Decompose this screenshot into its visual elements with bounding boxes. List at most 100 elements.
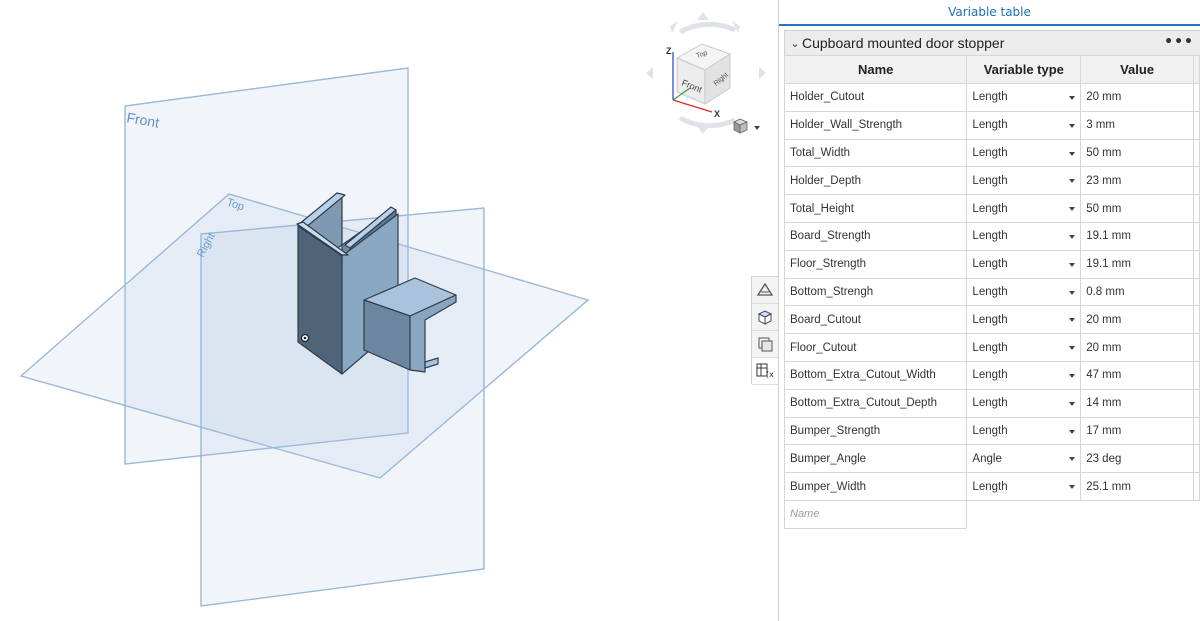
variable-type-select[interactable]: Length — [966, 333, 1082, 362]
variable-name-cell[interactable]: Floor_Cutout — [783, 333, 968, 362]
3d-scene: Front Top Right Top Front Right Z X — [19, 12, 766, 607]
3d-viewport[interactable]: Front Top Right Top Front Right Z X — [0, 0, 778, 621]
more-options-button[interactable]: ••• — [1164, 34, 1194, 50]
variable-type-value: Length — [972, 424, 1008, 437]
dropdown-caret-icon[interactable] — [1069, 207, 1076, 212]
column-header-type[interactable]: Variable type — [966, 55, 1082, 84]
variable-type-select[interactable]: Angle — [966, 444, 1082, 474]
table-row[interactable]: Total_Width Length 50 mm — [783, 138, 1200, 168]
dropdown-caret-icon[interactable] — [1069, 429, 1076, 434]
variable-name-cell[interactable]: Bottom_Strengh — [783, 277, 968, 307]
table-row[interactable]: Holder_Depth Length 23 mm — [783, 166, 1200, 196]
variable-type-select[interactable]: Length — [966, 249, 1082, 279]
table-row[interactable]: Floor_Cutout Length 20 mm — [783, 333, 1200, 362]
variable-name-cell[interactable]: Bottom_Extra_Cutout_Depth — [783, 388, 968, 418]
view-cube-icon[interactable] — [752, 304, 778, 331]
variable-name-cell[interactable]: Holder_Cutout — [783, 83, 968, 112]
axis-z-label: Z — [666, 46, 672, 56]
variable-value-cell[interactable]: 17 mm — [1080, 416, 1194, 446]
row-extra-cell — [1192, 277, 1200, 307]
dropdown-caret-icon[interactable] — [1069, 123, 1076, 128]
dropdown-caret-icon[interactable] — [1069, 96, 1076, 100]
variable-type-select[interactable]: Length — [966, 110, 1082, 140]
variable-value-cell[interactable]: 20 mm — [1080, 83, 1194, 112]
variable-name-cell[interactable]: Bumper_Angle — [783, 444, 968, 474]
variable-type-value: Length — [972, 285, 1008, 298]
dropdown-caret-icon[interactable] — [1069, 485, 1076, 490]
dropdown-caret-icon[interactable] — [1069, 457, 1076, 462]
variable-type-select[interactable]: Length — [966, 194, 1082, 223]
dropdown-caret-icon[interactable] — [1069, 346, 1076, 351]
table-row[interactable]: Holder_Wall_Strength Length 3 mm — [783, 110, 1200, 140]
dropdown-caret-icon[interactable] — [1069, 290, 1076, 295]
sketch-plane-icon[interactable] — [752, 277, 778, 304]
new-variable-row[interactable]: Name — [783, 499, 1200, 529]
dropdown-caret-icon[interactable] — [1069, 373, 1076, 378]
variable-name-cell[interactable]: Board_Strength — [783, 221, 968, 251]
table-row[interactable]: Bumper_Width Length 25.1 mm — [783, 472, 1200, 501]
variable-name-cell[interactable]: Bumper_Strength — [783, 416, 968, 446]
variable-type-select[interactable]: Length — [966, 221, 1082, 251]
variable-name-cell[interactable]: Floor_Strength — [783, 249, 968, 279]
chevron-down-icon[interactable]: ⌄ — [788, 37, 802, 50]
variable-name-cell[interactable]: Board_Cutout — [783, 305, 968, 335]
variable-value-cell[interactable]: 0.8 mm — [1080, 277, 1194, 307]
variable-type-value: Length — [972, 313, 1008, 326]
dropdown-caret-icon[interactable] — [1069, 318, 1076, 323]
variable-type-select[interactable]: Length — [966, 360, 1082, 390]
variable-type-select[interactable]: Length — [966, 472, 1082, 501]
view-mode-dropdown[interactable] — [733, 118, 760, 134]
variable-name-cell[interactable]: Total_Height — [783, 194, 968, 223]
row-extra-cell — [1192, 83, 1200, 112]
variable-table-icon[interactable]: (x) — [752, 358, 778, 385]
variable-value-cell[interactable]: 47 mm — [1080, 360, 1194, 390]
variable-value-cell[interactable]: 25.1 mm — [1080, 472, 1194, 501]
variable-value-cell[interactable]: 20 mm — [1080, 333, 1194, 362]
variable-type-select[interactable]: Length — [966, 277, 1082, 307]
table-row[interactable]: Board_Cutout Length 20 mm — [783, 305, 1200, 335]
variable-type-value: Length — [972, 397, 1008, 410]
variable-name-cell[interactable]: Bottom_Extra_Cutout_Width — [783, 360, 968, 390]
variable-name-cell[interactable]: Holder_Wall_Strength — [783, 110, 968, 140]
dropdown-caret-icon[interactable] — [1069, 151, 1076, 156]
variable-type-select[interactable]: Length — [966, 166, 1082, 196]
table-row[interactable]: Floor_Strength Length 19.1 mm — [783, 249, 1200, 279]
variable-value-cell[interactable]: 50 mm — [1080, 138, 1194, 168]
table-row[interactable]: Holder_Cutout Length 20 mm — [783, 83, 1200, 112]
variable-value-cell[interactable]: 20 mm — [1080, 305, 1194, 335]
variable-value-cell[interactable]: 19.1 mm — [1080, 249, 1194, 279]
variable-type-value: Length — [972, 369, 1008, 382]
variable-type-select[interactable]: Length — [966, 305, 1082, 335]
variable-value-cell[interactable]: 3 mm — [1080, 110, 1194, 140]
table-row[interactable]: Bottom_Strengh Length 0.8 mm — [783, 277, 1200, 307]
render-mode-icon[interactable] — [752, 331, 778, 358]
variable-name-cell[interactable]: Bumper_Width — [783, 472, 968, 501]
variable-type-select[interactable]: Length — [966, 416, 1082, 446]
variable-value-cell[interactable]: 14 mm — [1080, 388, 1194, 418]
column-header-extra — [1192, 55, 1200, 84]
table-title-row[interactable]: ⌄ Cupboard mounted door stopper ••• — [784, 30, 1200, 56]
dropdown-caret-icon[interactable] — [1069, 234, 1076, 239]
variable-type-select[interactable]: Length — [966, 138, 1082, 168]
dropdown-caret-icon[interactable] — [1069, 262, 1076, 267]
variable-value-cell[interactable]: 19.1 mm — [1080, 221, 1194, 251]
variable-name-cell[interactable]: Holder_Depth — [783, 166, 968, 196]
dropdown-caret-icon[interactable] — [1069, 401, 1076, 406]
column-header-value[interactable]: Value — [1080, 55, 1194, 84]
table-row[interactable]: Total_Height Length 50 mm — [783, 194, 1200, 223]
table-row[interactable]: Bottom_Extra_Cutout_Width Length 47 mm — [783, 360, 1200, 390]
column-header-name[interactable]: Name — [783, 55, 968, 84]
table-row[interactable]: Bottom_Extra_Cutout_Depth Length 14 mm — [783, 388, 1200, 418]
table-row[interactable]: Bumper_Angle Angle 23 deg — [783, 444, 1200, 474]
variable-type-select[interactable]: Length — [966, 388, 1082, 418]
variable-value-cell[interactable]: 23 deg — [1080, 444, 1194, 474]
table-row[interactable]: Board_Strength Length 19.1 mm — [783, 221, 1200, 251]
variable-value-cell[interactable]: 23 mm — [1080, 166, 1194, 196]
variable-name-cell[interactable]: Total_Width — [783, 138, 968, 168]
dropdown-caret-icon[interactable] — [1069, 179, 1076, 184]
table-row[interactable]: Bumper_Strength Length 17 mm — [783, 416, 1200, 446]
new-variable-name-input[interactable]: Name — [783, 499, 968, 529]
view-cube[interactable]: Top Front Right Z X — [646, 12, 766, 134]
variable-value-cell[interactable]: 50 mm — [1080, 194, 1194, 223]
variable-type-select[interactable]: Length — [966, 83, 1082, 112]
